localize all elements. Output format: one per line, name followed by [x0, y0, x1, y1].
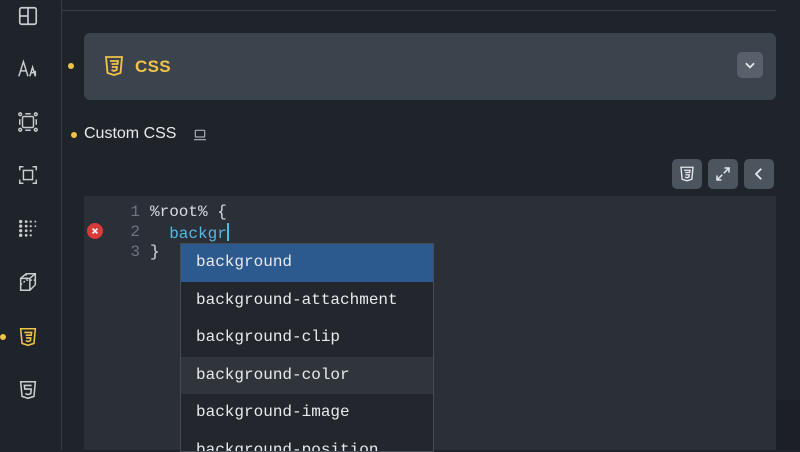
cube-icon — [17, 271, 39, 293]
autocomplete-item[interactable]: background-clip — [181, 319, 433, 357]
scrollbar[interactable] — [776, 0, 800, 450]
sidebar-item-html[interactable] — [10, 372, 46, 408]
modified-dot — [71, 132, 77, 138]
css3-icon — [102, 54, 126, 78]
sidebar — [0, 0, 56, 450]
code-text: backgr — [150, 225, 227, 243]
laptop-icon[interactable] — [192, 127, 208, 143]
expand-button[interactable] — [708, 159, 738, 189]
autocomplete-item[interactable]: background-attachment — [181, 282, 433, 320]
active-indicator — [0, 334, 6, 340]
line-number: 1 — [128, 203, 140, 221]
sidebar-item-layout[interactable] — [10, 0, 46, 34]
autocomplete-item[interactable]: background-image — [181, 394, 433, 432]
sidebar-item-spacing[interactable] — [10, 104, 46, 140]
sidebar-item-transform[interactable] — [10, 264, 46, 300]
main-panel: CSS Custom CSS 1 2 3 %root% { backgr } b… — [62, 0, 800, 450]
code-line: } — [150, 243, 160, 261]
modified-dot — [68, 63, 74, 69]
code-line-active: backgr — [150, 223, 229, 243]
css3-icon — [17, 326, 39, 348]
typography-icon — [17, 58, 39, 80]
text-cursor — [227, 223, 229, 241]
css3-icon — [678, 165, 696, 183]
layout-icon — [17, 5, 39, 27]
custom-css-label: Custom CSS — [84, 125, 176, 143]
chevron-down-icon — [743, 58, 757, 72]
scrollbar-thumb[interactable] — [776, 0, 800, 400]
html5-icon — [17, 379, 39, 401]
line-number: 3 — [128, 243, 140, 261]
sidebar-item-size[interactable] — [10, 157, 46, 193]
sidebar-item-grid[interactable] — [10, 210, 46, 246]
section-title: CSS — [135, 57, 171, 77]
sidebar-item-typography[interactable] — [10, 51, 46, 87]
expand-icon — [714, 165, 732, 183]
collapse-button[interactable] — [737, 52, 763, 78]
autocomplete-item[interactable]: background-color — [181, 357, 433, 395]
dots-grid-icon — [17, 217, 39, 239]
spacing-icon — [17, 111, 39, 133]
size-icon — [17, 164, 39, 186]
css-section-header[interactable]: CSS — [84, 33, 776, 100]
css-mode-button[interactable] — [672, 159, 702, 189]
sidebar-item-css[interactable] — [10, 319, 46, 355]
error-icon — [87, 223, 103, 239]
line-number: 2 — [128, 223, 140, 241]
autocomplete-item[interactable]: background-position — [181, 432, 433, 452]
chevron-left-icon — [750, 165, 768, 183]
collapse-panel-button[interactable] — [744, 159, 774, 189]
autocomplete-dropdown: background background-attachment backgro… — [180, 243, 434, 452]
autocomplete-item[interactable]: background — [181, 244, 433, 282]
code-line: %root% { — [150, 203, 227, 221]
